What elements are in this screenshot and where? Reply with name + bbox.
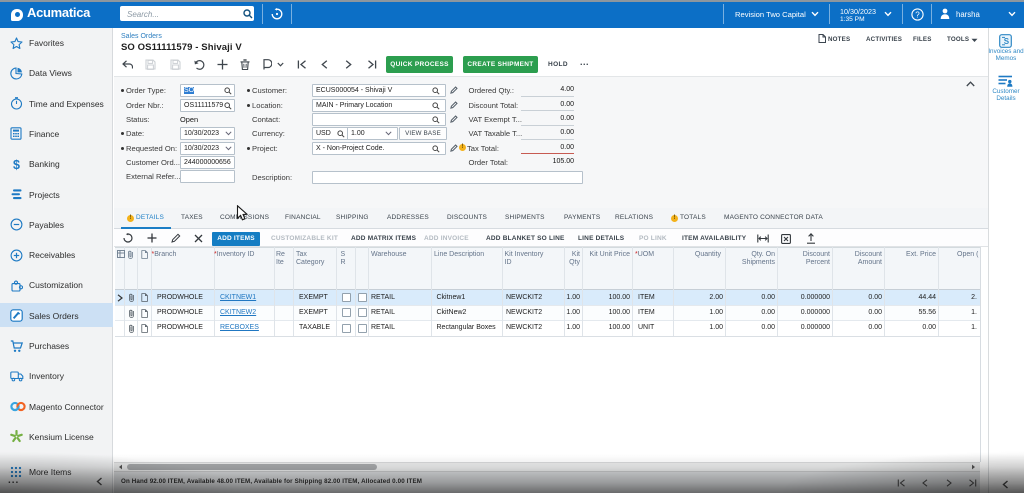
svg-text:?: ? bbox=[915, 10, 920, 19]
svg-text:S: S bbox=[1004, 37, 1010, 46]
svg-text:$: $ bbox=[13, 158, 20, 171]
